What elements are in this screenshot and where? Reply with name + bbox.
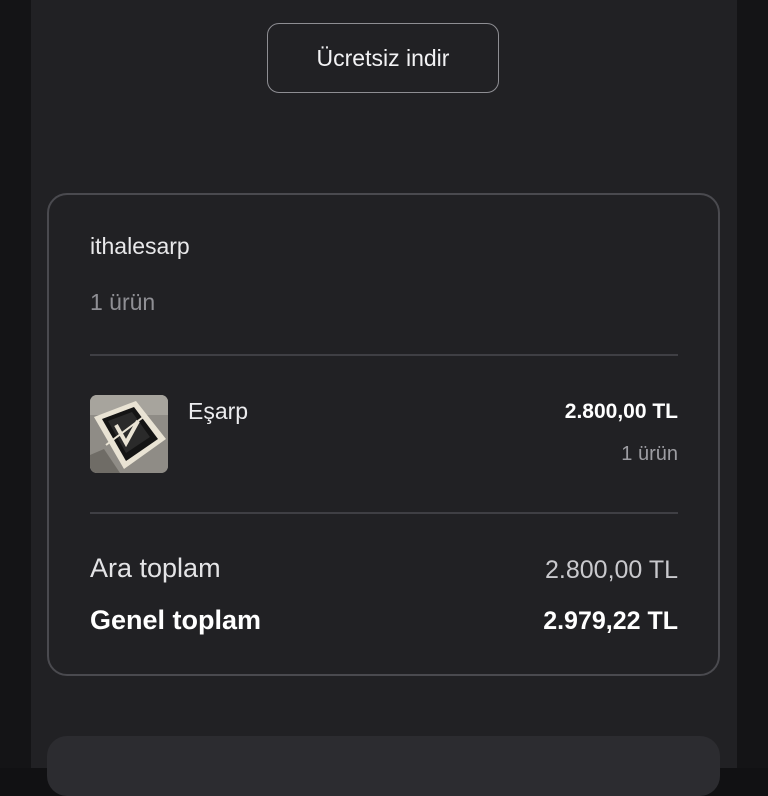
item-quantity: 1 ürün	[621, 443, 678, 465]
next-section-panel	[47, 736, 720, 796]
divider	[90, 354, 678, 356]
divider	[90, 512, 678, 514]
subtotal-value: 2.800,00 TL	[545, 556, 678, 584]
screen-background: Ücretsiz indir ithalesarp 1 ürün Eşarp 2…	[0, 0, 768, 796]
grand-total-label: Genel toplam	[90, 605, 262, 635]
free-download-button[interactable]: Ücretsiz indir	[267, 23, 499, 93]
scarf-image-icon	[90, 395, 168, 473]
grand-total-value: 2.979,22 TL	[543, 607, 678, 635]
seller-item-count: 1 ürün	[90, 289, 156, 315]
seller-name[interactable]: ithalesarp	[90, 233, 190, 260]
item-name[interactable]: Eşarp	[188, 398, 248, 425]
item-price: 2.800,00 TL	[564, 400, 678, 423]
scarf-product-image[interactable]	[90, 395, 168, 473]
subtotal-label: Ara toplam	[90, 553, 221, 583]
